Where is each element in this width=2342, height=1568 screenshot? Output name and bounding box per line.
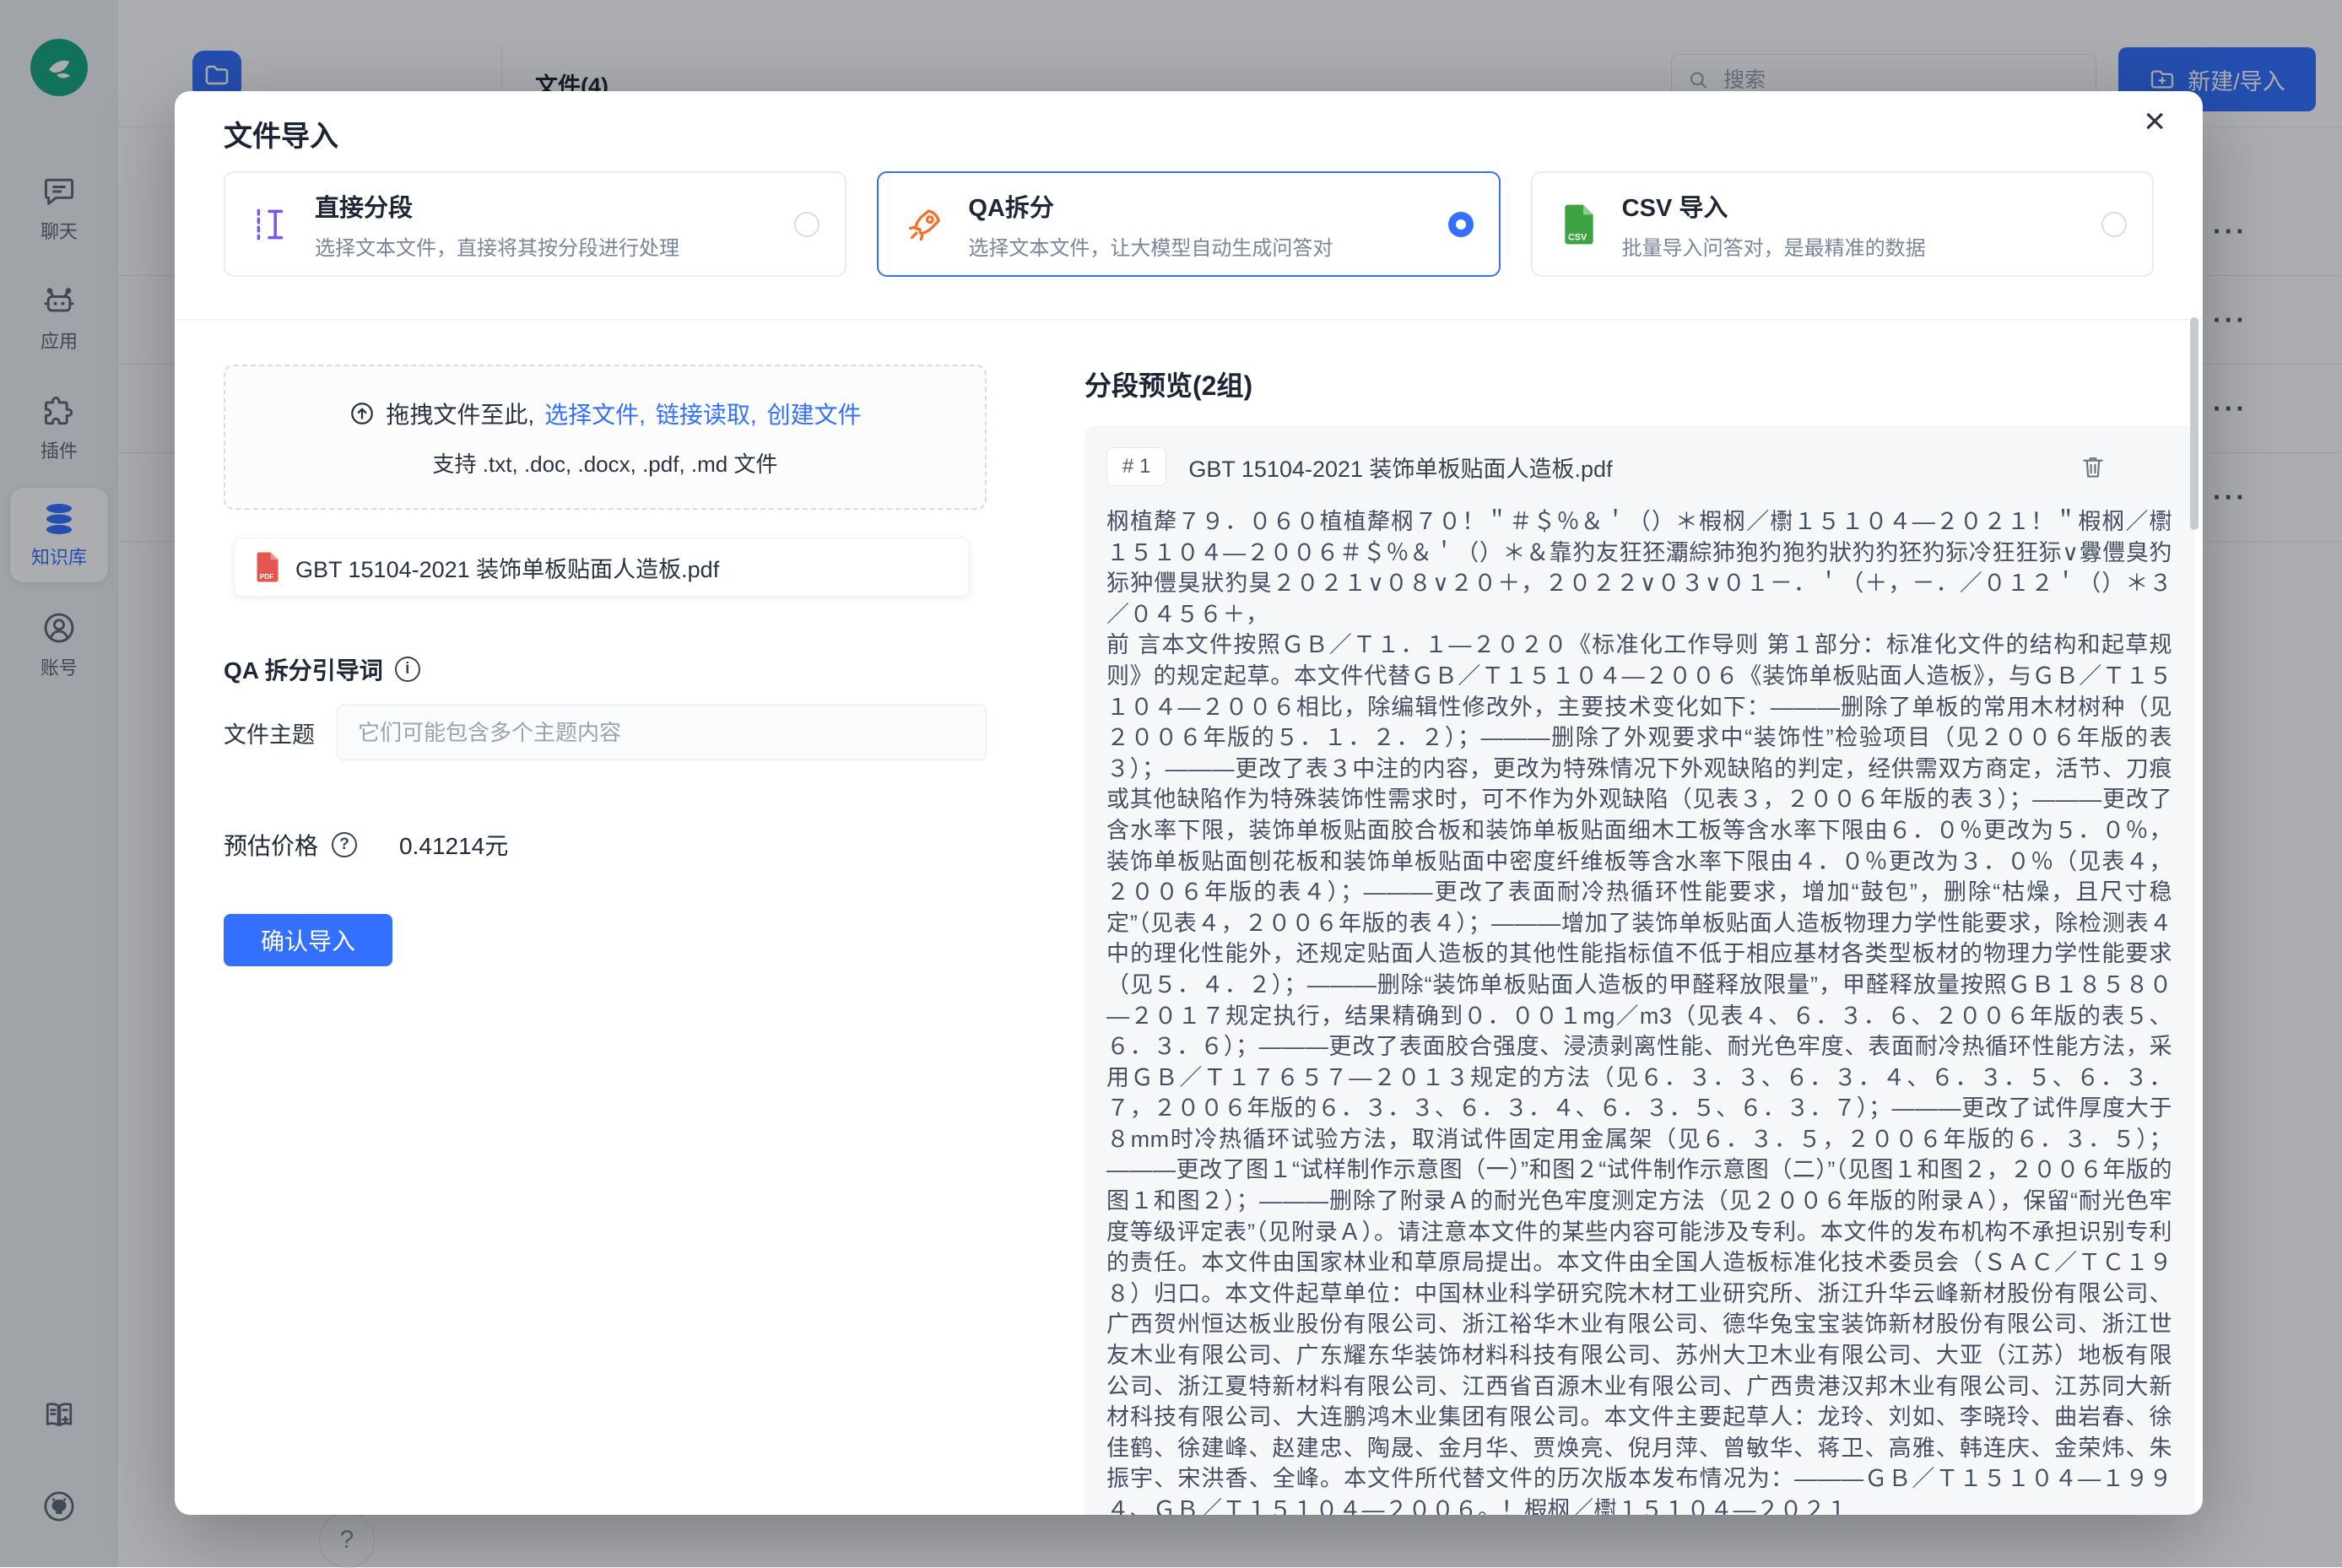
- svg-text:CSV: CSV: [1568, 232, 1587, 242]
- chunk-header: # 1 GBT 15104-2021 装饰单板贴面人造板.pdf: [1106, 447, 2172, 486]
- drag-text: 拖拽文件至此,: [386, 397, 534, 430]
- preview-title: 分段预览(2组): [1084, 365, 2194, 403]
- uploaded-file-name: GBT 15104-2021 装饰单板贴面人造板.pdf: [295, 551, 719, 584]
- price-row: 预估价格 ? 0.41214元: [224, 828, 987, 862]
- mode-desc: 批量导入问答对，是最精准的数据: [1622, 231, 1926, 261]
- mode-title: 直接分段: [315, 188, 679, 224]
- import-mode-cards: 直接分段 选择文本文件，直接将其按分段进行处理 QA拆分 选择文本文件，让大模型…: [224, 171, 2154, 277]
- chunk-text[interactable]: 㭎植犛７９．０６０植植犛㭎７０！＂＃＄％＆＇（）＊椵㭎／㯹１５１０４—２０２１！…: [1106, 506, 2172, 1515]
- chunk-index-badge: # 1: [1106, 447, 1166, 486]
- segment-icon: [251, 203, 293, 246]
- mode-desc: 选择文本文件，让大模型自动生成问答对: [968, 231, 1333, 261]
- mode-card-qa-split[interactable]: QA拆分 选择文本文件，让大模型自动生成问答对: [877, 171, 1500, 277]
- mode-desc: 选择文本文件，直接将其按分段进行处理: [315, 231, 679, 261]
- info-icon[interactable]: i: [395, 657, 420, 682]
- qa-prompt-label: QA 拆分引导词 i: [224, 652, 987, 686]
- modal-scrollbar-thumb[interactable]: [2190, 317, 2199, 530]
- mode-title: QA拆分: [968, 188, 1333, 224]
- segment-preview-panel: 分段预览(2组) # 1 GBT 15104-2021 装饰单板贴面人造板.pd…: [1084, 365, 2194, 1515]
- upload-icon: [349, 400, 376, 427]
- uploaded-file-item[interactable]: PDF GBT 15104-2021 装饰单板贴面人造板.pdf: [234, 538, 970, 597]
- pdf-file-icon: PDF: [255, 551, 280, 583]
- supported-types-text: 支持 .txt, .doc, .docx, .pdf, .md 文件: [433, 447, 778, 479]
- chunk-paragraph: 前 言本文件按照ＧＢ／Ｔ１．１—２０２０《标准化工作导则 第１部分：标准化文件的…: [1106, 630, 2172, 1515]
- trash-icon: [2080, 453, 2107, 480]
- topic-label: 文件主题: [224, 716, 315, 749]
- qa-prompt-label-text: QA 拆分引导词: [224, 652, 383, 686]
- dialog-title: 文件导入: [224, 113, 338, 154]
- svg-text:PDF: PDF: [260, 573, 273, 581]
- mode-card-csv-import[interactable]: CSV CSV 导入 批量导入问答对，是最精准的数据: [1531, 171, 2154, 277]
- csv-file-icon: CSV: [1558, 203, 1600, 246]
- create-file-link[interactable]: 创建文件: [767, 397, 862, 430]
- price-value: 0.41214元: [399, 828, 508, 862]
- mode-card-direct-segment[interactable]: 直接分段 选择文本文件，直接将其按分段进行处理: [224, 171, 846, 277]
- mode-card-text: 直接分段 选择文本文件，直接将其按分段进行处理: [315, 188, 679, 261]
- file-dropzone[interactable]: 拖拽文件至此, 选择文件, 链接读取, 创建文件 支持 .txt, .doc, …: [224, 365, 987, 510]
- mode-card-text: CSV 导入 批量导入问答对，是最精准的数据: [1622, 188, 1926, 261]
- radio-checked[interactable]: [1448, 212, 1474, 237]
- divider: [175, 319, 2203, 320]
- rocket-icon: [904, 203, 946, 246]
- radio-unchecked[interactable]: [794, 212, 819, 237]
- chunk-card: # 1 GBT 15104-2021 装饰单板贴面人造板.pdf 㭎植犛７９．０…: [1084, 425, 2194, 1515]
- confirm-import-button[interactable]: 确认导入: [224, 914, 392, 966]
- radio-unchecked[interactable]: [2101, 212, 2127, 237]
- mode-title: CSV 导入: [1622, 188, 1926, 224]
- topic-field-row: 文件主题: [224, 705, 987, 760]
- help-icon[interactable]: ?: [332, 832, 357, 857]
- close-icon[interactable]: ×: [2144, 103, 2166, 140]
- chunk-source-name: GBT 15104-2021 装饰单板贴面人造板.pdf: [1188, 451, 1612, 484]
- chunk-paragraph: 㭎植犛７９．０６０植植犛㭎７０！＂＃＄％＆＇（）＊椵㭎／㯹１５１０４—２０２１！…: [1106, 506, 2172, 630]
- price-label: 预估价格: [224, 828, 318, 862]
- mode-card-text: QA拆分 选择文本文件，让大模型自动生成问答对: [968, 188, 1333, 261]
- topic-input[interactable]: [337, 705, 987, 760]
- file-import-dialog: 文件导入 × 直接分段 选择文本文件，直接将其按分段进行处理 QA拆分 选择文本…: [175, 91, 2203, 1515]
- select-file-link[interactable]: 选择文件,: [544, 397, 646, 430]
- delete-chunk-button[interactable]: [2080, 453, 2107, 480]
- dropzone-line1: 拖拽文件至此, 选择文件, 链接读取, 创建文件: [349, 397, 861, 430]
- link-fetch-link[interactable]: 链接读取,: [656, 397, 757, 430]
- import-left-panel: 拖拽文件至此, 选择文件, 链接读取, 创建文件 支持 .txt, .doc, …: [224, 365, 987, 966]
